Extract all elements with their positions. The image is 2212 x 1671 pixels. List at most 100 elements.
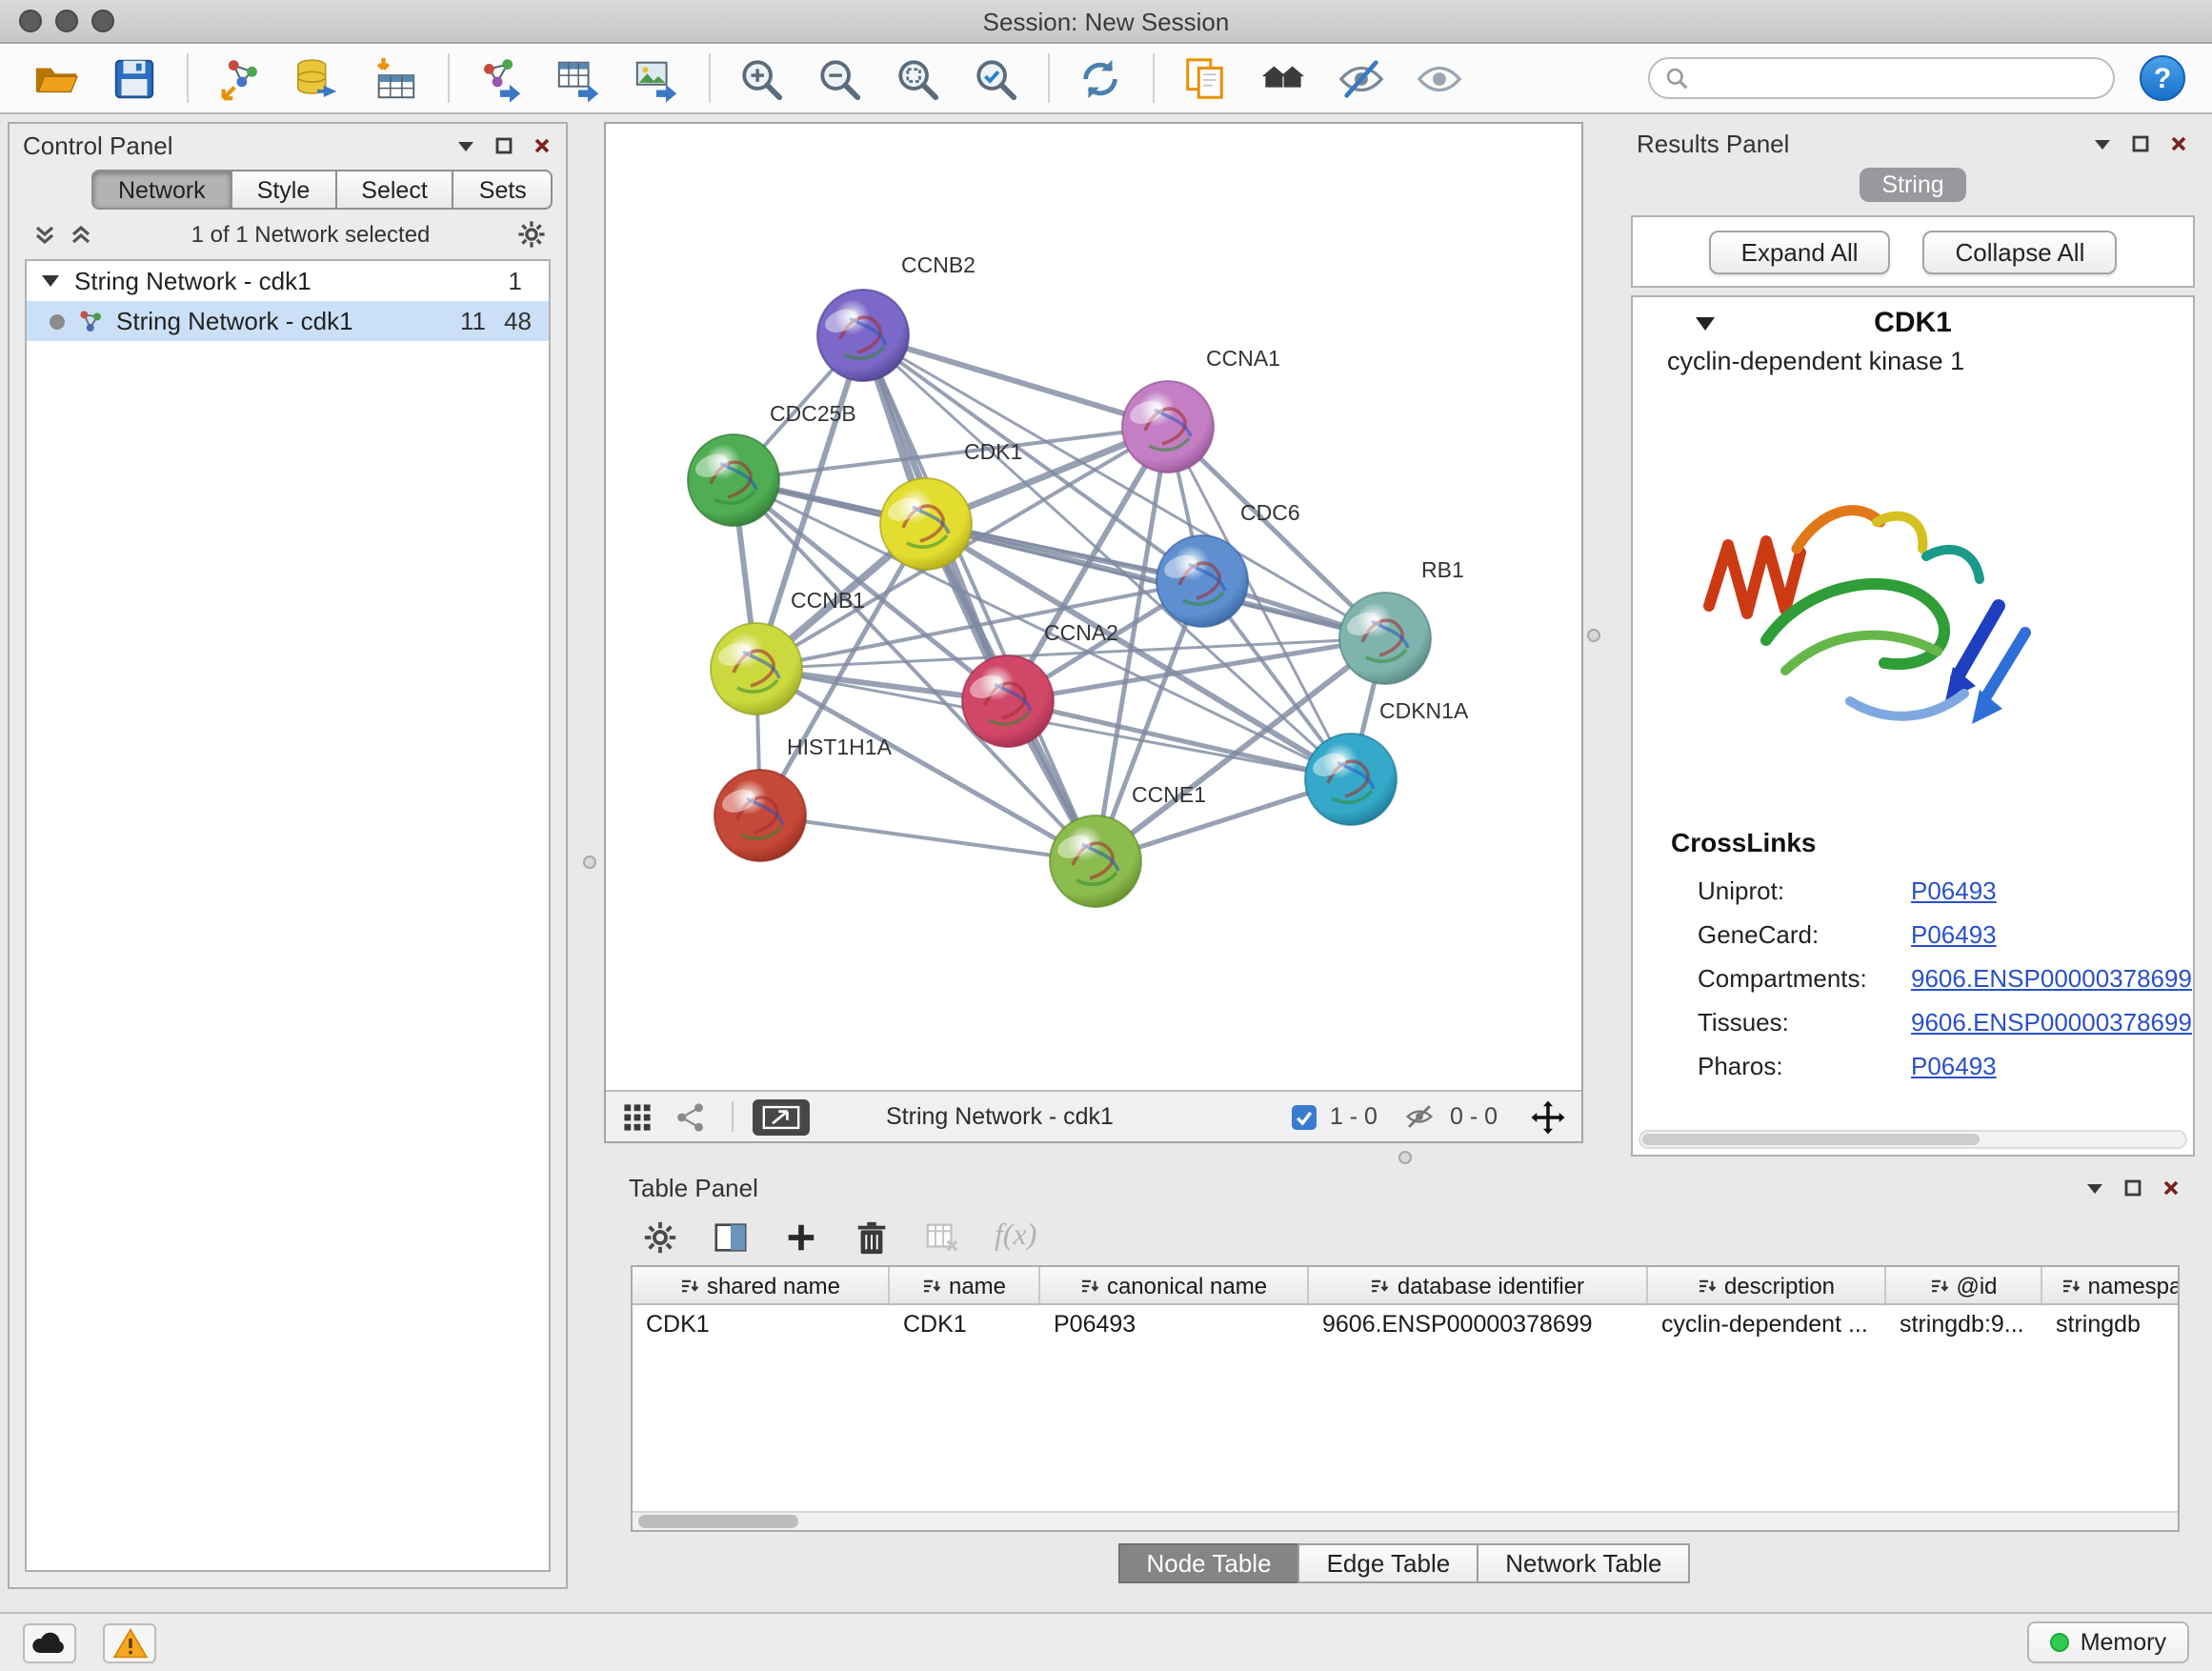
warnings-button[interactable] (103, 1622, 156, 1662)
collapse-section-icon[interactable] (1694, 314, 1717, 333)
hidden-eye-slash-icon[interactable] (1402, 1103, 1437, 1130)
table-cell[interactable]: 9606.ENSP00000378699 (1309, 1305, 1648, 1343)
import-table-button[interactable] (362, 50, 427, 107)
scrollbar-thumb[interactable] (638, 1515, 798, 1528)
network-edge[interactable] (863, 335, 1168, 427)
collapse-all-button[interactable]: Collapse All (1923, 230, 2118, 273)
export-image-button[interactable] (623, 50, 688, 107)
home-pages-button[interactable] (1250, 50, 1315, 107)
network-canvas[interactable]: CCNB2CCNA1CDC25BCDK1CDC6RB1CCNB1CCNA2CDK… (606, 124, 1581, 1090)
network-node-ccnb1[interactable] (711, 623, 802, 715)
collapse-panel-icon[interactable] (2084, 1177, 2105, 1198)
tab-string[interactable]: String (1859, 168, 1966, 202)
table-cell[interactable]: CDK1 (633, 1305, 890, 1343)
tab-network[interactable]: Network (91, 170, 232, 210)
apply-layout-button[interactable] (1067, 50, 1132, 107)
horizontal-splitter-handle[interactable] (1398, 1151, 1412, 1164)
column-header-shared-name[interactable]: shared name (633, 1267, 890, 1303)
crosslink-link[interactable]: P06493 (1911, 876, 1997, 905)
zoom-out-button[interactable] (806, 50, 871, 107)
column-header-name[interactable]: name (890, 1267, 1040, 1303)
export-network-button[interactable] (467, 50, 532, 107)
gear-icon[interactable] (516, 219, 547, 250)
network-node-cdc6[interactable] (1156, 535, 1248, 627)
show-columns-icon[interactable] (713, 1218, 749, 1255)
close-panel-icon[interactable] (2161, 1177, 2182, 1198)
crosslink-link[interactable]: P06493 (1911, 920, 1997, 949)
cloud-button[interactable] (23, 1622, 76, 1662)
network-node-cdk1[interactable] (880, 478, 972, 570)
zoom-in-button[interactable] (728, 50, 793, 107)
network-node-ccna1[interactable] (1122, 381, 1214, 473)
table-settings-gear-icon[interactable] (642, 1218, 678, 1255)
collapse-panel-icon[interactable] (455, 134, 476, 155)
delete-column-icon[interactable] (854, 1218, 890, 1255)
close-panel-icon[interactable] (2168, 132, 2189, 153)
network-node-hist1h1a[interactable] (714, 770, 806, 861)
import-network-file-button[interactable] (206, 50, 271, 107)
results-horizontal-scrollbar[interactable] (1639, 1130, 2187, 1149)
tab-node-table[interactable]: Node Table (1117, 1543, 1299, 1583)
network-node-ccna2[interactable] (962, 655, 1054, 747)
table-cell[interactable]: stringdb:9... (1886, 1305, 2042, 1343)
float-panel-icon[interactable] (2130, 132, 2151, 153)
crosslink-link[interactable]: 9606.ENSP00000378699 (1911, 1008, 2192, 1037)
column-header--id[interactable]: @id (1886, 1267, 2042, 1303)
import-network-database-button[interactable] (284, 50, 349, 107)
add-column-icon[interactable] (783, 1218, 819, 1255)
tree-caret-icon[interactable] (40, 271, 61, 292)
memory-button[interactable]: Memory (2027, 1621, 2189, 1663)
tab-sets[interactable]: Sets (454, 170, 553, 210)
chevrons-down-icon[interactable] (32, 222, 57, 247)
tab-edge-table[interactable]: Edge Table (1298, 1543, 1479, 1583)
table-cell[interactable]: stringdb (2042, 1305, 2180, 1343)
open-session-button[interactable] (23, 50, 88, 107)
zoom-selected-button[interactable] (962, 50, 1027, 107)
tab-style[interactable]: Style (232, 170, 337, 210)
annotations-button[interactable] (1172, 50, 1237, 107)
network-node-ccnb2[interactable] (817, 290, 909, 381)
vertical-splitter-handle[interactable] (583, 856, 596, 869)
table-cell[interactable]: cyclin-dependent ... (1648, 1305, 1886, 1343)
collapse-panel-icon[interactable] (2092, 132, 2113, 153)
table-horizontal-scrollbar[interactable] (633, 1511, 2178, 1530)
vertical-splitter-handle[interactable] (1587, 629, 1600, 642)
help-button[interactable]: ? (2140, 55, 2185, 101)
expand-all-button[interactable]: Expand All (1709, 230, 1891, 273)
column-header-namespac[interactable]: namespac (2042, 1267, 2180, 1303)
network-graph[interactable]: CCNB2CCNA1CDC25BCDK1CDC6RB1CCNB1CCNA2CDK… (606, 124, 1581, 1094)
network-edge[interactable] (760, 815, 1096, 861)
selected-checkbox-icon[interactable] (1292, 1104, 1317, 1129)
save-session-button[interactable] (101, 50, 166, 107)
export-table-button[interactable] (545, 50, 610, 107)
column-header-canonical-name[interactable]: canonical name (1040, 1267, 1309, 1303)
table-cell[interactable]: CDK1 (890, 1305, 1040, 1343)
close-panel-icon[interactable] (532, 134, 553, 155)
chevrons-up-icon[interactable] (69, 222, 93, 247)
network-row[interactable]: String Network - cdk1 11 48 (27, 301, 549, 341)
column-header-database-identifier[interactable]: database identifier (1309, 1267, 1648, 1303)
network-node-ccne1[interactable] (1050, 815, 1141, 907)
share-network-icon[interactable] (674, 1100, 707, 1133)
crosslink-link[interactable]: P06493 (1911, 1052, 1997, 1080)
network-node-rb1[interactable] (1339, 593, 1431, 684)
tab-network-table[interactable]: Network Table (1477, 1543, 1690, 1583)
protein-header-row[interactable]: CDK1 (1633, 297, 2193, 347)
column-header-description[interactable]: description (1648, 1267, 1886, 1303)
scrollbar-thumb[interactable] (1642, 1134, 1981, 1145)
pan-crosshair-icon[interactable] (1530, 1098, 1566, 1135)
float-panel-icon[interactable] (493, 134, 514, 155)
search-box[interactable] (1648, 57, 2115, 99)
float-panel-icon[interactable] (2122, 1177, 2143, 1198)
network-collection-row[interactable]: String Network - cdk1 1 (27, 261, 549, 301)
show-graphics-details-button[interactable] (1406, 50, 1471, 107)
crosslink-link[interactable]: 9606.ENSP00000378699 (1911, 964, 2192, 993)
table-cell[interactable]: P06493 (1040, 1305, 1309, 1343)
tab-select[interactable]: Select (336, 170, 454, 210)
table-row[interactable]: CDK1CDK1P064939606.ENSP00000378699cyclin… (633, 1305, 2178, 1343)
grid-view-icon[interactable] (621, 1100, 654, 1133)
birdseye-view-button[interactable] (753, 1098, 810, 1135)
hide-graphics-details-button[interactable] (1328, 50, 1393, 107)
network-node-cdc25b[interactable] (688, 434, 779, 526)
search-input[interactable] (1698, 65, 2098, 91)
